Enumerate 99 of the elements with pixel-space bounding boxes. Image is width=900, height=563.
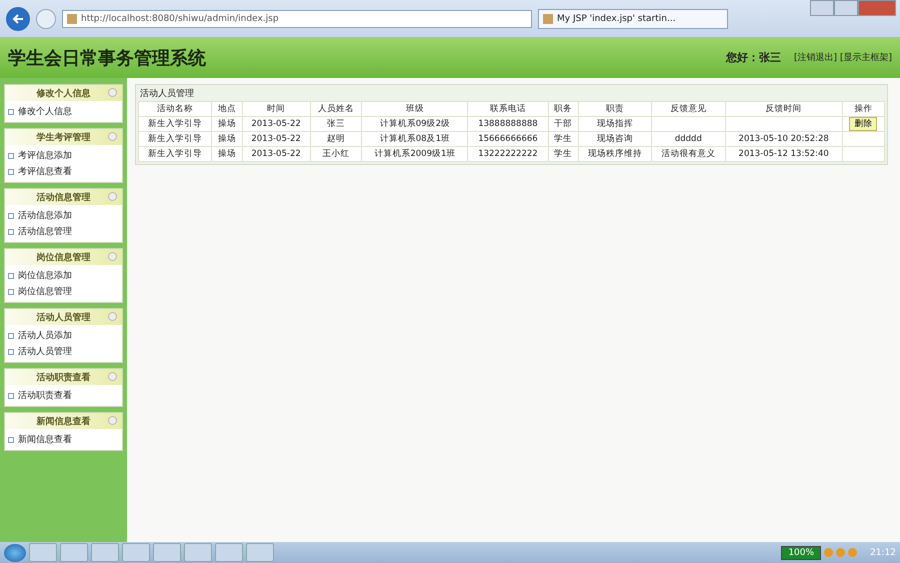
delete-button[interactable]: 删除 (849, 117, 878, 131)
taskbar-app-icon[interactable] (246, 543, 274, 562)
menu-section-header[interactable]: 活动信息管理 (5, 189, 122, 205)
taskbar-app-icon[interactable] (29, 543, 57, 562)
bullet-icon (8, 168, 14, 174)
taskbar-app-icon[interactable] (184, 543, 212, 562)
header-link[interactable]: [注销退出] (794, 51, 837, 64)
table-cell: 现场秩序维持 (578, 146, 652, 162)
table-cell: 赵明 (310, 132, 362, 146)
table-cell: 13888888888 (468, 116, 548, 132)
bullet-icon (8, 228, 14, 234)
battery-indicator: 100% (781, 546, 822, 560)
menu-item[interactable]: 活动职责查看 (18, 389, 72, 402)
greeting: 您好：张三 (726, 50, 781, 65)
column-header: 反馈意见 (652, 102, 726, 116)
column-header: 职责 (578, 102, 652, 116)
menu-section-header[interactable]: 学生考评管理 (5, 129, 122, 145)
clock: 21:12 (870, 548, 896, 558)
bullet-icon (8, 288, 14, 294)
taskbar-app-icon[interactable] (122, 543, 150, 562)
column-header: 时间 (242, 102, 310, 116)
menu-item[interactable]: 岗位信息管理 (18, 285, 72, 298)
menu-item[interactable]: 活动信息管理 (18, 225, 72, 238)
table-cell: 2013-05-22 (242, 146, 310, 162)
menu-item[interactable]: 活动人员管理 (18, 345, 72, 358)
start-button[interactable] (4, 544, 26, 562)
table-cell: 学生 (548, 132, 578, 146)
bullet-icon (8, 436, 14, 442)
table-cell: 干部 (548, 116, 578, 132)
address-bar[interactable]: http://localhost:8080/shiwu/admin/index.jsp (62, 10, 532, 28)
table-cell: 张三 (310, 116, 362, 132)
collapse-icon[interactable] (108, 192, 117, 201)
column-header: 联系电话 (468, 102, 548, 116)
browser-tab[interactable]: My JSP 'index.jsp' startin... (538, 8, 728, 28)
table-cell: ddddd (652, 132, 726, 146)
column-header: 职务 (548, 102, 578, 116)
column-header: 活动名称 (138, 102, 212, 116)
table-cell: 15666666666 (468, 132, 548, 146)
table-cell: 新生入学引导 (138, 146, 212, 162)
collapse-icon[interactable] (108, 312, 117, 321)
table-cell: 计算机系09级2级 (362, 116, 468, 132)
table-cell: 活动很有意义 (652, 146, 726, 162)
table-cell: 新生入学引导 (138, 116, 212, 132)
table-cell: 王小红 (310, 146, 362, 162)
table-cell: 操场 (212, 146, 242, 162)
table-cell: 13222222222 (468, 146, 548, 162)
table-cell: 2013-05-10 20:52:28 (725, 132, 842, 146)
bullet-icon (8, 152, 14, 158)
collapse-icon[interactable] (108, 252, 117, 261)
table-cell: 操场 (212, 116, 242, 132)
taskbar-app-icon[interactable] (60, 543, 88, 562)
menu-section-header[interactable]: 岗位信息管理 (5, 249, 122, 265)
menu-section-header[interactable]: 活动职责查看 (5, 369, 122, 385)
forward-button[interactable] (36, 8, 56, 28)
minimize-button[interactable] (810, 0, 834, 16)
column-header: 班级 (362, 102, 468, 116)
taskbar-app-icon[interactable] (91, 543, 119, 562)
menu-item[interactable]: 考评信息添加 (18, 149, 72, 162)
table-cell: 2013-05-22 (242, 116, 310, 132)
menu-item[interactable]: 岗位信息添加 (18, 269, 72, 282)
table-cell: 2013-05-12 13:52:40 (725, 146, 842, 162)
collapse-icon[interactable] (108, 132, 117, 141)
bullet-icon (8, 108, 14, 114)
menu-section-header[interactable]: 修改个人信息 (5, 85, 122, 101)
taskbar-app-icon[interactable] (215, 543, 243, 562)
bullet-icon (8, 332, 14, 338)
table-cell: 2013-05-22 (242, 132, 310, 146)
menu-section-header[interactable]: 新闻信息查看 (5, 413, 122, 429)
table-cell: 现场指挥 (578, 116, 652, 132)
bullet-icon (8, 272, 14, 278)
column-header: 人员姓名 (310, 102, 362, 116)
back-arrow-icon[interactable] (11, 12, 25, 26)
table-cell: 计算机系08及1班 (362, 132, 468, 146)
menu-item[interactable]: 修改个人信息 (18, 105, 72, 118)
column-header: 地点 (212, 102, 242, 116)
menu-item[interactable]: 新闻信息查看 (18, 433, 72, 446)
table-cell: 学生 (548, 146, 578, 162)
collapse-icon[interactable] (108, 88, 117, 97)
collapse-icon[interactable] (108, 416, 117, 425)
system-title: 学生会日常事务管理系统 (8, 46, 206, 70)
panel-title: 活动人员管理 (139, 88, 195, 101)
bullet-icon (8, 212, 14, 218)
table-cell: 新生入学引导 (138, 132, 212, 146)
table-cell: 操场 (212, 132, 242, 146)
menu-item[interactable]: 活动人员添加 (18, 329, 72, 342)
column-header: 反馈时间 (725, 102, 842, 116)
menu-section-header[interactable]: 活动人员管理 (5, 309, 122, 325)
close-button[interactable] (858, 0, 896, 16)
maximize-button[interactable] (834, 0, 858, 16)
menu-item[interactable]: 活动信息添加 (18, 209, 72, 222)
menu-item[interactable]: 考评信息查看 (18, 165, 72, 178)
header-link[interactable]: [显示主框架] (840, 51, 892, 64)
table-cell: 现场咨询 (578, 132, 652, 146)
bullet-icon (8, 392, 14, 398)
table-cell: 计算机系2009级1班 (362, 146, 468, 162)
back-button[interactable] (6, 6, 30, 30)
bullet-icon (8, 348, 14, 354)
collapse-icon[interactable] (108, 372, 117, 381)
taskbar-app-icon[interactable] (153, 543, 181, 562)
